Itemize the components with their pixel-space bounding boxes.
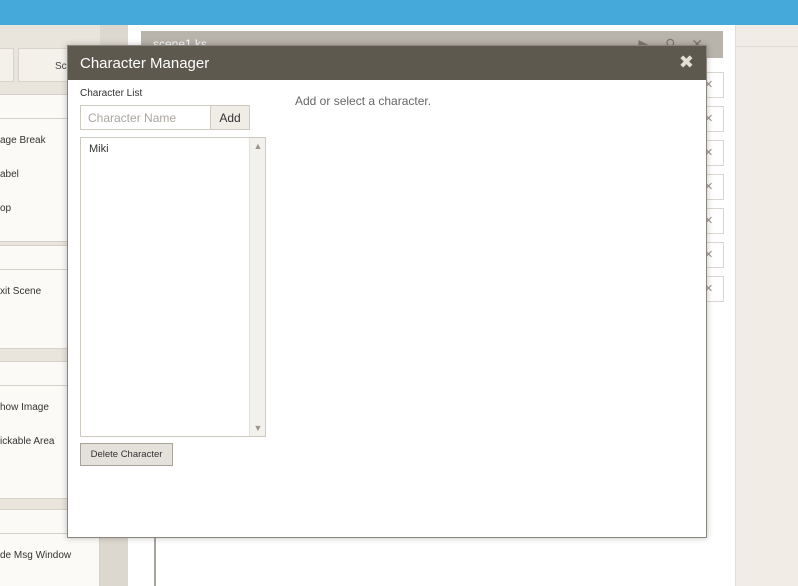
dialog-header: Character Manager ✖ xyxy=(68,46,706,80)
character-manager-dialog: Character Manager ✖ Character List Add M… xyxy=(67,45,707,538)
sidebar-tab-label: Sc xyxy=(55,61,67,72)
editor-gutter-line xyxy=(154,536,156,586)
dialog-title: Character Manager xyxy=(80,55,210,72)
character-list-label: Character List xyxy=(80,88,143,99)
scroll-up-icon[interactable]: ▲ xyxy=(250,138,266,154)
listbox-scrollbar[interactable]: ▲ ▼ xyxy=(249,138,265,436)
character-listbox[interactable]: Miki ▲ ▼ xyxy=(80,137,266,437)
empty-selection-hint: Add or select a character. xyxy=(295,94,432,108)
right-panel-divider xyxy=(736,25,798,47)
character-list-item[interactable]: Miki xyxy=(81,138,265,158)
add-character-button[interactable]: Add xyxy=(210,105,250,130)
app-top-bar xyxy=(0,0,798,25)
delete-character-button[interactable]: Delete Character xyxy=(80,443,173,466)
close-icon[interactable]: ✖ xyxy=(679,52,694,73)
component-item[interactable]: de Msg Window xyxy=(0,548,99,582)
scroll-down-icon[interactable]: ▼ xyxy=(250,420,266,436)
character-name-input[interactable] xyxy=(80,105,210,130)
sidebar-tab-left[interactable] xyxy=(0,48,14,82)
right-panel xyxy=(736,25,798,586)
